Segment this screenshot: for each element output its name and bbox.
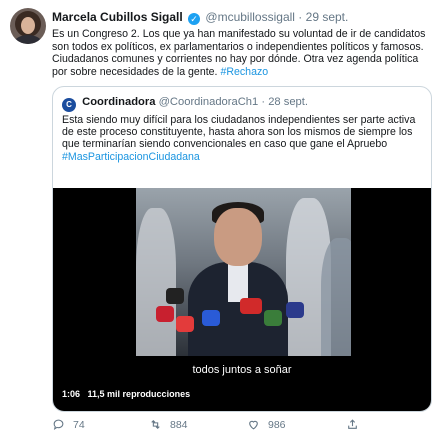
- quoted-avatar: C: [62, 98, 76, 112]
- quoted-handle[interactable]: @CoordinadoraCh1: [159, 96, 259, 108]
- video-duration: 1:06: [62, 389, 81, 399]
- heart-icon: [249, 420, 258, 430]
- quoted-author-name[interactable]: Coordinadora: [82, 96, 155, 108]
- header-separator: ·: [298, 10, 303, 24]
- quoted-separator: ·: [261, 96, 266, 108]
- video-player[interactable]: todos juntos a soñar 1:06 11,5 mil repro…: [53, 188, 431, 411]
- quoted-hashtag[interactable]: #MasParticipacionCiudadana: [62, 151, 200, 163]
- share-button[interactable]: [346, 418, 359, 431]
- like-button[interactable]: 986: [247, 418, 286, 431]
- tweet-text: Es un Congreso 2. Los que ya han manifes…: [52, 28, 427, 78]
- tweet-hashtag[interactable]: #Rechazo: [220, 66, 268, 78]
- author-name[interactable]: Marcela Cubillos Sigall: [52, 10, 183, 24]
- author-avatar[interactable]: [10, 8, 46, 44]
- author-handle[interactable]: @mcubillossigall: [205, 10, 295, 24]
- tweet-date[interactable]: 29 sept.: [306, 10, 349, 24]
- video-frame: [136, 188, 351, 356]
- quoted-header: C Coordinadora @CoordinadoraCh1 · 28 sep…: [62, 96, 308, 112]
- quoted-tweet[interactable]: C Coordinadora @CoordinadoraCh1 · 28 sep…: [52, 86, 432, 412]
- quoted-body: Esta siendo muy difícil para los ciudada…: [62, 114, 416, 151]
- reply-icon: [53, 419, 64, 431]
- retweet-button[interactable]: 884: [149, 418, 188, 431]
- tweet-card: Marcela Cubillos Sigall ✓ @mcubillossiga…: [0, 0, 444, 439]
- quoted-date[interactable]: 28 sept.: [268, 96, 308, 108]
- tweet-actions: 74 884 986: [52, 418, 432, 432]
- retweet-count: 884: [170, 418, 188, 431]
- video-subtitle: todos juntos a soñar: [192, 364, 292, 376]
- like-count: 986: [268, 418, 286, 431]
- reply-count: 74: [73, 418, 85, 431]
- retweet-icon: [151, 419, 160, 430]
- tweet-header: Marcela Cubillos Sigall ✓ @mcubillossiga…: [52, 10, 348, 25]
- video-views: 11,5 mil reproducciones: [87, 389, 191, 399]
- video-meta: 1:06 11,5 mil reproducciones: [62, 389, 190, 399]
- share-icon: [348, 419, 357, 429]
- quoted-text: Esta siendo muy difícil para los ciudada…: [62, 114, 424, 163]
- verified-badge-icon: ✓: [188, 13, 201, 25]
- reply-button[interactable]: 74: [52, 418, 85, 431]
